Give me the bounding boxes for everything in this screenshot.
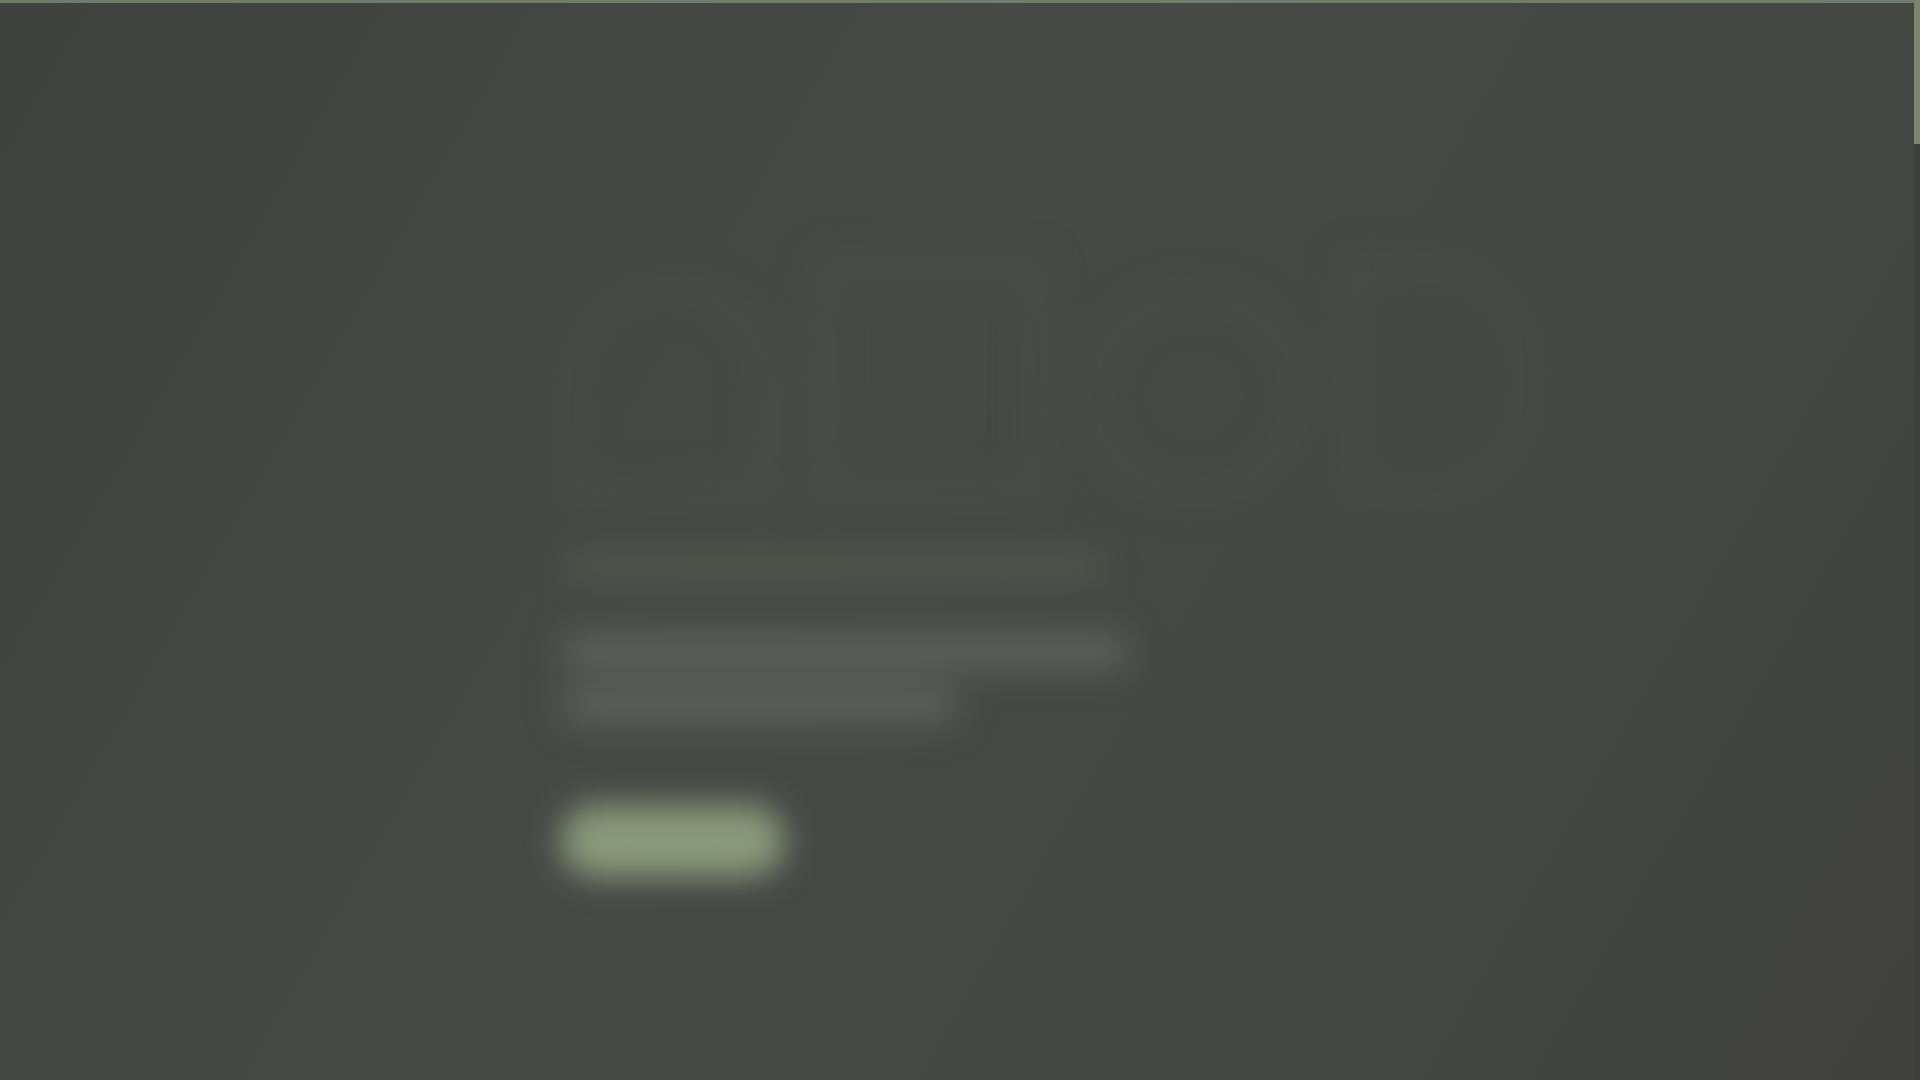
scrollbar-thumb[interactable] (1914, 0, 1920, 144)
hero-description (560, 630, 1130, 740)
blurred-content-layer (0, 0, 1912, 1080)
hero-heading (565, 555, 1105, 579)
hero-decorative-lettering (560, 255, 1680, 535)
vertical-scrollbar[interactable] (1914, 0, 1920, 1080)
hero-description-line (560, 630, 1130, 672)
hero-description-line (560, 684, 960, 726)
decorative-glyph (1340, 255, 1540, 505)
blurred-page-viewport (0, 0, 1920, 1080)
decorative-glyph (560, 275, 780, 505)
decorative-glyph (810, 255, 1050, 505)
hero-cta-button[interactable] (560, 805, 785, 877)
decorative-glyph (1080, 285, 1310, 505)
